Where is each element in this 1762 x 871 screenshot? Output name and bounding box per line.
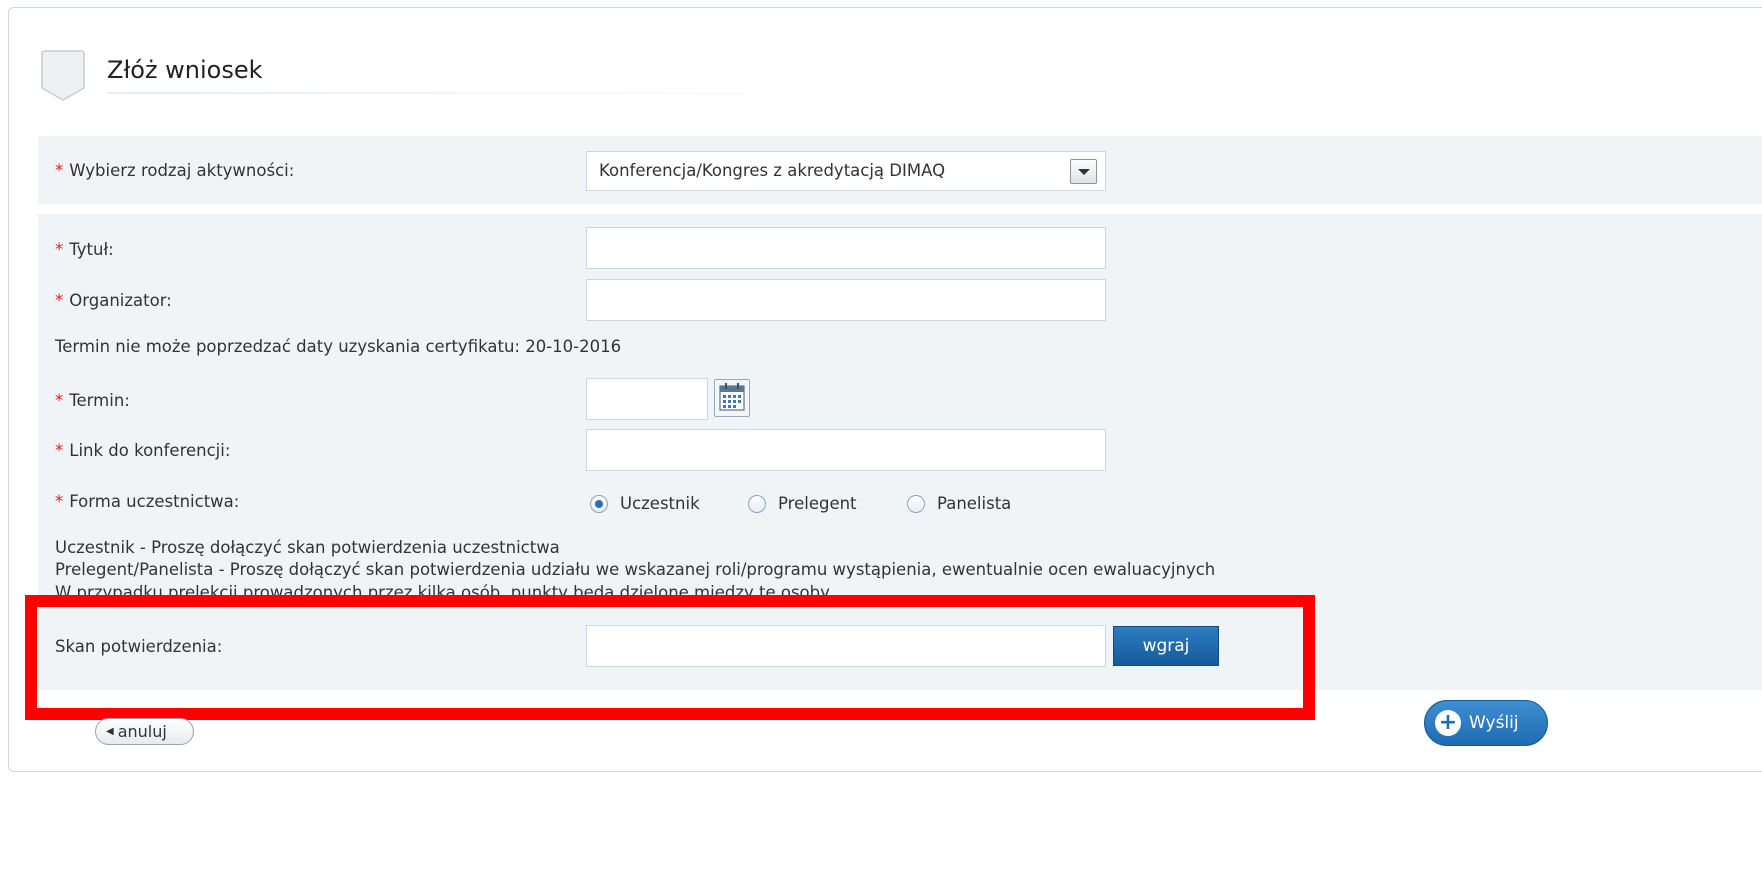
link-field-label: * Link do konferencji: <box>55 441 231 460</box>
activity-select[interactable]: Konferencja/Kongres z akredytacją DIMAQ <box>586 151 1106 191</box>
participation-field-label: * Forma uczestnictwa: <box>55 492 240 511</box>
highlight-box <box>25 595 1315 720</box>
radio-label: Panelista <box>937 494 1012 513</box>
radio-button[interactable] <box>590 494 608 513</box>
title-divider <box>107 92 840 94</box>
page-title: Złóż wniosek <box>107 56 263 84</box>
required-mark: * <box>55 441 64 460</box>
required-mark: * <box>55 291 64 310</box>
radio-panelista[interactable]: Panelista <box>907 494 1011 513</box>
plus-icon: + <box>1435 710 1461 736</box>
submit-button[interactable]: + Wyślij <box>1424 700 1548 746</box>
radio-uczestnik[interactable]: Uczestnik <box>590 494 700 513</box>
required-mark: * <box>55 240 64 259</box>
radio-label: Uczestnik <box>620 494 700 513</box>
organizer-field-label: * Organizator: <box>55 291 172 310</box>
required-mark: * <box>55 492 64 511</box>
organizer-input[interactable] <box>586 279 1106 321</box>
cancel-button[interactable]: ◀ anuluj <box>95 718 194 745</box>
date-notice: Termin nie może poprzedzać daty uzyskani… <box>55 337 622 356</box>
link-input[interactable] <box>586 429 1106 471</box>
radio-button[interactable] <box>748 494 766 513</box>
radio-prelegent[interactable]: Prelegent <box>748 494 857 513</box>
title-field-label: * Tytuł: <box>55 240 114 259</box>
info-line: Uczestnik - Proszę dołączyć skan potwier… <box>55 538 560 557</box>
date-input[interactable] <box>586 378 708 420</box>
chevron-down-icon[interactable] <box>1070 159 1097 184</box>
required-mark: * <box>55 161 64 180</box>
title-input[interactable] <box>586 227 1106 269</box>
date-field-label: * Termin: <box>55 391 130 410</box>
radio-button[interactable] <box>907 494 925 513</box>
info-line: Prelegent/Panelista - Proszę dołączyć sk… <box>55 560 1216 579</box>
section-badge-icon <box>41 50 85 101</box>
activity-label: * Wybierz rodzaj aktywności: <box>55 161 295 180</box>
activity-select-value: Konferencja/Kongres z akredytacją DIMAQ <box>599 161 946 180</box>
radio-label: Prelegent <box>778 494 857 513</box>
chevron-left-icon: ◀ <box>106 726 114 737</box>
info-line: W przypadku prelekcji prowadzonych przez… <box>55 584 830 595</box>
required-mark: * <box>55 391 64 410</box>
info-line-clipped: W przypadku prelekcji prowadzonych przez… <box>55 584 1055 595</box>
calendar-icon[interactable] <box>714 379 750 417</box>
